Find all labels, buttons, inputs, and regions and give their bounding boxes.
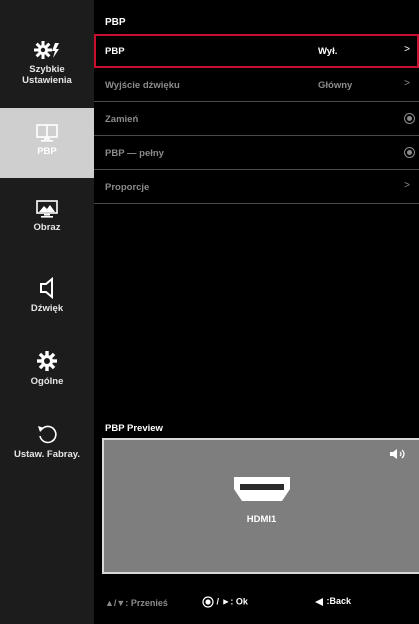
ok-hint-label: / ►: Ok	[216, 596, 248, 607]
row-value: Główny	[318, 80, 353, 91]
speaker-icon	[390, 449, 405, 459]
page-title: PBP	[105, 17, 126, 28]
chevron-right-icon: >	[404, 78, 410, 89]
row-label: Wyjście dźwięku	[105, 80, 180, 91]
row-label: Proporcje	[105, 182, 150, 193]
row-label: PBP	[105, 46, 125, 57]
preview-title: PBP Preview	[105, 423, 163, 434]
footer-hints: ▲/▼: Przenieś / ►: Ok :Back	[94, 596, 419, 612]
sidebar-item-label: Szybkie Ustawienia	[22, 64, 72, 86]
hdmi-icon	[234, 477, 290, 501]
quick-settings-icon	[34, 41, 59, 59]
row-label: PBP — pełny	[105, 148, 164, 159]
main-panel: PBP PBP Wył. > Wyjście dźwięku Główny > …	[94, 0, 419, 624]
sidebar-item-label: Ogólne	[30, 376, 64, 387]
radio-icon[interactable]	[404, 147, 415, 158]
pbp-icon	[36, 124, 58, 142]
radio-icon[interactable]	[404, 113, 415, 124]
back-hint: :Back	[314, 596, 351, 607]
arrow-left-icon	[315, 597, 323, 606]
input-label: HDMI1	[246, 514, 277, 525]
chevron-right-icon: >	[404, 180, 410, 191]
sidebar-item-picture[interactable]: Obraz	[0, 200, 94, 233]
row-value: Wył.	[318, 46, 338, 57]
ok-hint: / ►: Ok	[202, 596, 248, 608]
menu-row-pbp[interactable]: PBP Wył. >	[94, 34, 419, 68]
gear-icon	[37, 351, 57, 371]
sidebar-item-label: PBP	[37, 146, 57, 157]
menu-row-swap[interactable]: Zamień	[94, 102, 419, 136]
sidebar-item-general[interactable]: Ogólne	[0, 350, 94, 387]
menu-row-pbp-full[interactable]: PBP — pełny	[94, 136, 419, 170]
sidebar-item-sound[interactable]: Dźwięk	[0, 277, 94, 314]
settings-menu: PBP Wył. > Wyjście dźwięku Główny > Zami…	[94, 34, 419, 204]
row-label: Zamień	[105, 114, 139, 125]
move-hint: ▲/▼: Przenieś	[105, 598, 168, 608]
sidebar: Szybkie Ustawienia PBP Obraz Dźwięk Ogól…	[0, 0, 94, 624]
chevron-right-icon: >	[404, 44, 410, 55]
sidebar-item-label: Dźwięk	[30, 303, 64, 314]
sidebar-item-label: Ustaw. Fabray.	[14, 449, 80, 460]
joystick-button-icon	[202, 596, 214, 608]
sidebar-item-label: Obraz	[33, 222, 61, 233]
speaker-icon	[40, 277, 53, 299]
sidebar-item-factory-reset[interactable]: Ustaw. Fabray.	[0, 423, 94, 460]
sidebar-item-pbp[interactable]: PBP	[0, 108, 94, 178]
menu-row-aspect-ratio[interactable]: Proporcje >	[94, 170, 419, 204]
back-hint-label: :Back	[326, 596, 352, 606]
sidebar-item-quick-settings[interactable]: Szybkie Ustawienia	[0, 40, 94, 86]
picture-icon	[36, 200, 58, 218]
menu-row-audio-output[interactable]: Wyjście dźwięku Główny >	[94, 68, 419, 102]
pbp-preview: HDMI1	[102, 438, 419, 574]
reset-icon	[38, 425, 57, 444]
